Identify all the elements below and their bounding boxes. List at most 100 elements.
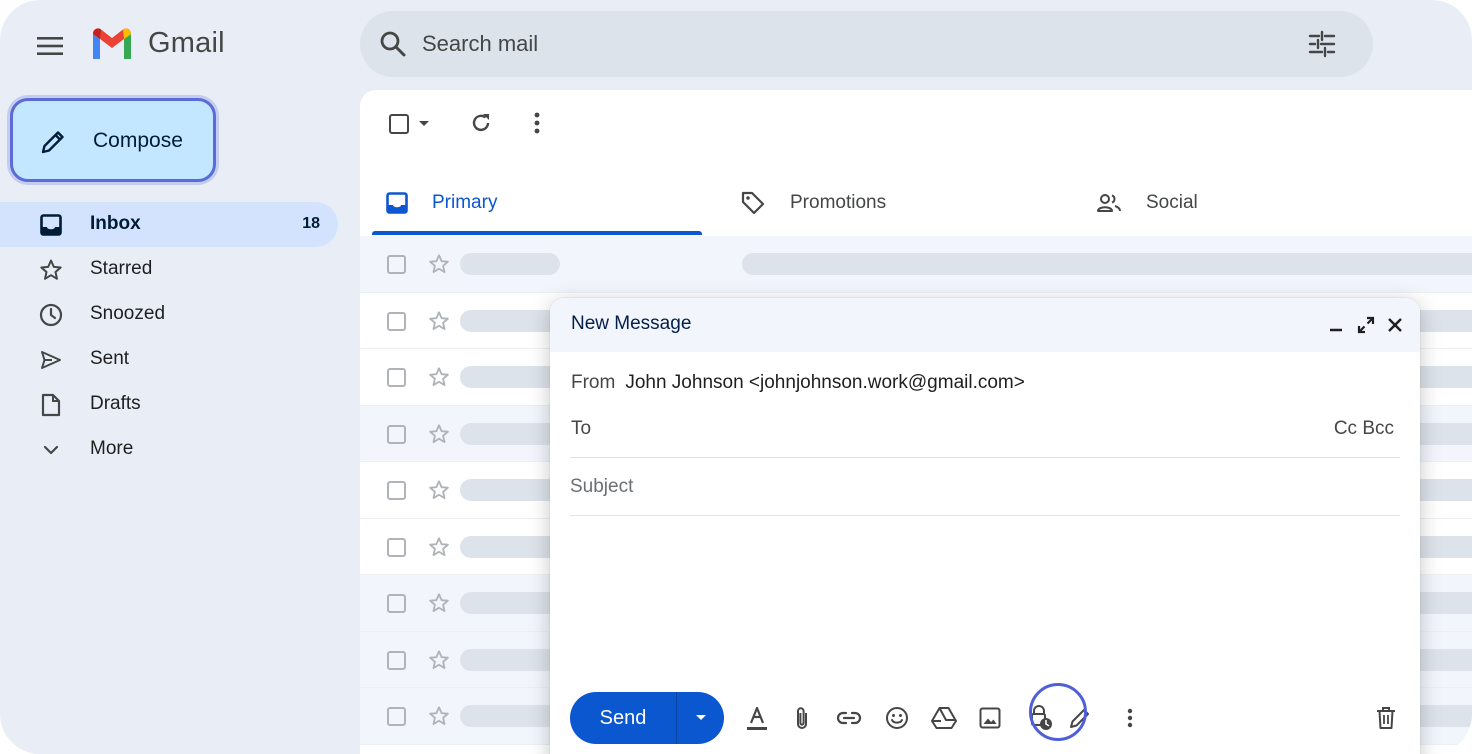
star-icon[interactable] bbox=[428, 310, 450, 332]
search-bar[interactable] bbox=[360, 11, 1373, 77]
gmail-logo[interactable]: Gmail bbox=[90, 26, 225, 60]
compose-header[interactable]: New Message bbox=[550, 298, 1420, 352]
image-icon bbox=[979, 707, 1001, 729]
star-icon[interactable] bbox=[428, 423, 450, 445]
star-icon[interactable] bbox=[428, 253, 450, 275]
row-checkbox[interactable] bbox=[387, 424, 406, 444]
to-field[interactable]: To bbox=[571, 418, 591, 440]
chevron-down-icon bbox=[38, 437, 64, 463]
compose-button[interactable]: Compose bbox=[10, 98, 216, 182]
from-field[interactable]: From John Johnson <johnjohnson.work@gmail… bbox=[571, 372, 1025, 394]
row-checkbox[interactable] bbox=[387, 594, 406, 613]
minimize-icon bbox=[1330, 328, 1342, 332]
cc-bcc-link[interactable]: Cc Bcc bbox=[1334, 418, 1394, 440]
more-vertical-icon bbox=[534, 112, 540, 134]
row-checkbox[interactable] bbox=[387, 255, 406, 274]
compose-title: New Message bbox=[571, 313, 692, 334]
discard-draft-button[interactable] bbox=[1372, 704, 1400, 732]
gmail-window: Gmail Compose Inbox 18 bbox=[0, 0, 1472, 754]
insert-photo-button[interactable] bbox=[976, 704, 1004, 732]
sender-placeholder bbox=[460, 422, 560, 445]
row-checkbox[interactable] bbox=[387, 537, 406, 557]
subject-input[interactable] bbox=[570, 470, 1390, 504]
inbox-icon bbox=[38, 212, 64, 238]
search-options-icon[interactable] bbox=[1307, 29, 1337, 59]
trash-icon bbox=[1377, 707, 1395, 729]
sender-placeholder bbox=[460, 535, 560, 558]
checkbox-icon bbox=[389, 114, 409, 134]
sidebar-item-drafts[interactable]: Drafts bbox=[0, 382, 338, 427]
row-checkbox[interactable] bbox=[387, 368, 406, 387]
caret-down-icon bbox=[419, 121, 429, 126]
tab-label: Primary bbox=[432, 192, 498, 213]
sidebar-nav: Inbox 18 Starred Snoozed Sent Drafts Mor… bbox=[0, 202, 340, 472]
pencil-icon bbox=[41, 131, 64, 154]
tab-social[interactable]: Social bbox=[1096, 170, 1426, 236]
sender-placeholder bbox=[460, 592, 560, 614]
close-button[interactable] bbox=[1383, 313, 1407, 337]
highlight-ring bbox=[1029, 683, 1087, 741]
sidebar-item-sent[interactable]: Sent bbox=[0, 337, 338, 382]
star-icon[interactable] bbox=[428, 366, 450, 388]
row-checkbox[interactable] bbox=[387, 481, 406, 500]
row-checkbox[interactable] bbox=[387, 650, 406, 670]
fullscreen-button[interactable] bbox=[1354, 313, 1378, 337]
list-toolbar bbox=[360, 90, 1472, 156]
compose-label: Compose bbox=[93, 129, 183, 152]
sidebar-item-more[interactable]: More bbox=[0, 427, 338, 472]
tab-primary[interactable]: Primary bbox=[386, 170, 706, 236]
select-all-checkbox[interactable] bbox=[384, 110, 436, 138]
gmail-m-logo-icon bbox=[93, 28, 131, 59]
text-format-icon bbox=[747, 706, 767, 730]
sidebar-item-label: More bbox=[90, 438, 134, 459]
caret-down-icon bbox=[695, 715, 706, 720]
search-icon[interactable] bbox=[378, 29, 408, 59]
sidebar-item-inbox[interactable]: Inbox 18 bbox=[0, 202, 338, 247]
close-icon bbox=[1388, 318, 1402, 332]
row-checkbox[interactable] bbox=[387, 311, 406, 331]
sender-placeholder bbox=[460, 479, 560, 501]
sender-placeholder bbox=[460, 648, 560, 671]
list-item[interactable] bbox=[360, 236, 1472, 293]
star-icon bbox=[38, 257, 64, 283]
formatting-options-button[interactable] bbox=[743, 704, 771, 732]
main-menu-button[interactable] bbox=[28, 24, 72, 68]
send-icon bbox=[38, 347, 64, 373]
sender-placeholder bbox=[460, 253, 560, 275]
draft-icon bbox=[38, 392, 64, 418]
insert-drive-button[interactable] bbox=[930, 704, 958, 732]
emoji-icon bbox=[886, 707, 908, 729]
message-body-input[interactable] bbox=[570, 520, 1400, 680]
send-options-button[interactable] bbox=[677, 692, 724, 744]
more-compose-options-button[interactable] bbox=[1116, 704, 1144, 732]
send-button[interactable]: Send bbox=[570, 692, 677, 744]
row-checkbox[interactable] bbox=[387, 707, 406, 726]
star-icon[interactable] bbox=[428, 649, 450, 671]
minimize-button[interactable] bbox=[1324, 313, 1348, 337]
refresh-icon bbox=[472, 114, 490, 132]
search-input[interactable] bbox=[422, 11, 1282, 77]
refresh-button[interactable] bbox=[466, 108, 496, 138]
tab-promotions[interactable]: Promotions bbox=[740, 170, 1070, 236]
more-options-button[interactable] bbox=[523, 108, 551, 138]
link-icon bbox=[836, 711, 862, 725]
tab-label: Social bbox=[1146, 192, 1198, 213]
attach-files-button[interactable] bbox=[788, 704, 816, 732]
star-icon[interactable] bbox=[428, 705, 450, 727]
send-button-group: Send bbox=[570, 692, 724, 744]
sidebar-item-label: Inbox bbox=[90, 213, 141, 234]
active-tab-indicator bbox=[372, 231, 702, 235]
divider bbox=[570, 515, 1400, 516]
star-icon[interactable] bbox=[428, 592, 450, 614]
sidebar-item-label: Drafts bbox=[90, 393, 141, 414]
insert-emoji-button[interactable] bbox=[883, 704, 911, 732]
insert-link-button[interactable] bbox=[835, 704, 863, 732]
sidebar-item-snoozed[interactable]: Snoozed bbox=[0, 292, 338, 337]
sender-placeholder bbox=[460, 366, 560, 388]
category-tabs: Primary Promotions Social bbox=[360, 170, 1472, 236]
more-vertical-icon bbox=[1127, 708, 1133, 728]
sidebar-item-starred[interactable]: Starred bbox=[0, 247, 338, 292]
clock-icon bbox=[38, 302, 64, 328]
star-icon[interactable] bbox=[428, 479, 450, 501]
star-icon[interactable] bbox=[428, 536, 450, 558]
